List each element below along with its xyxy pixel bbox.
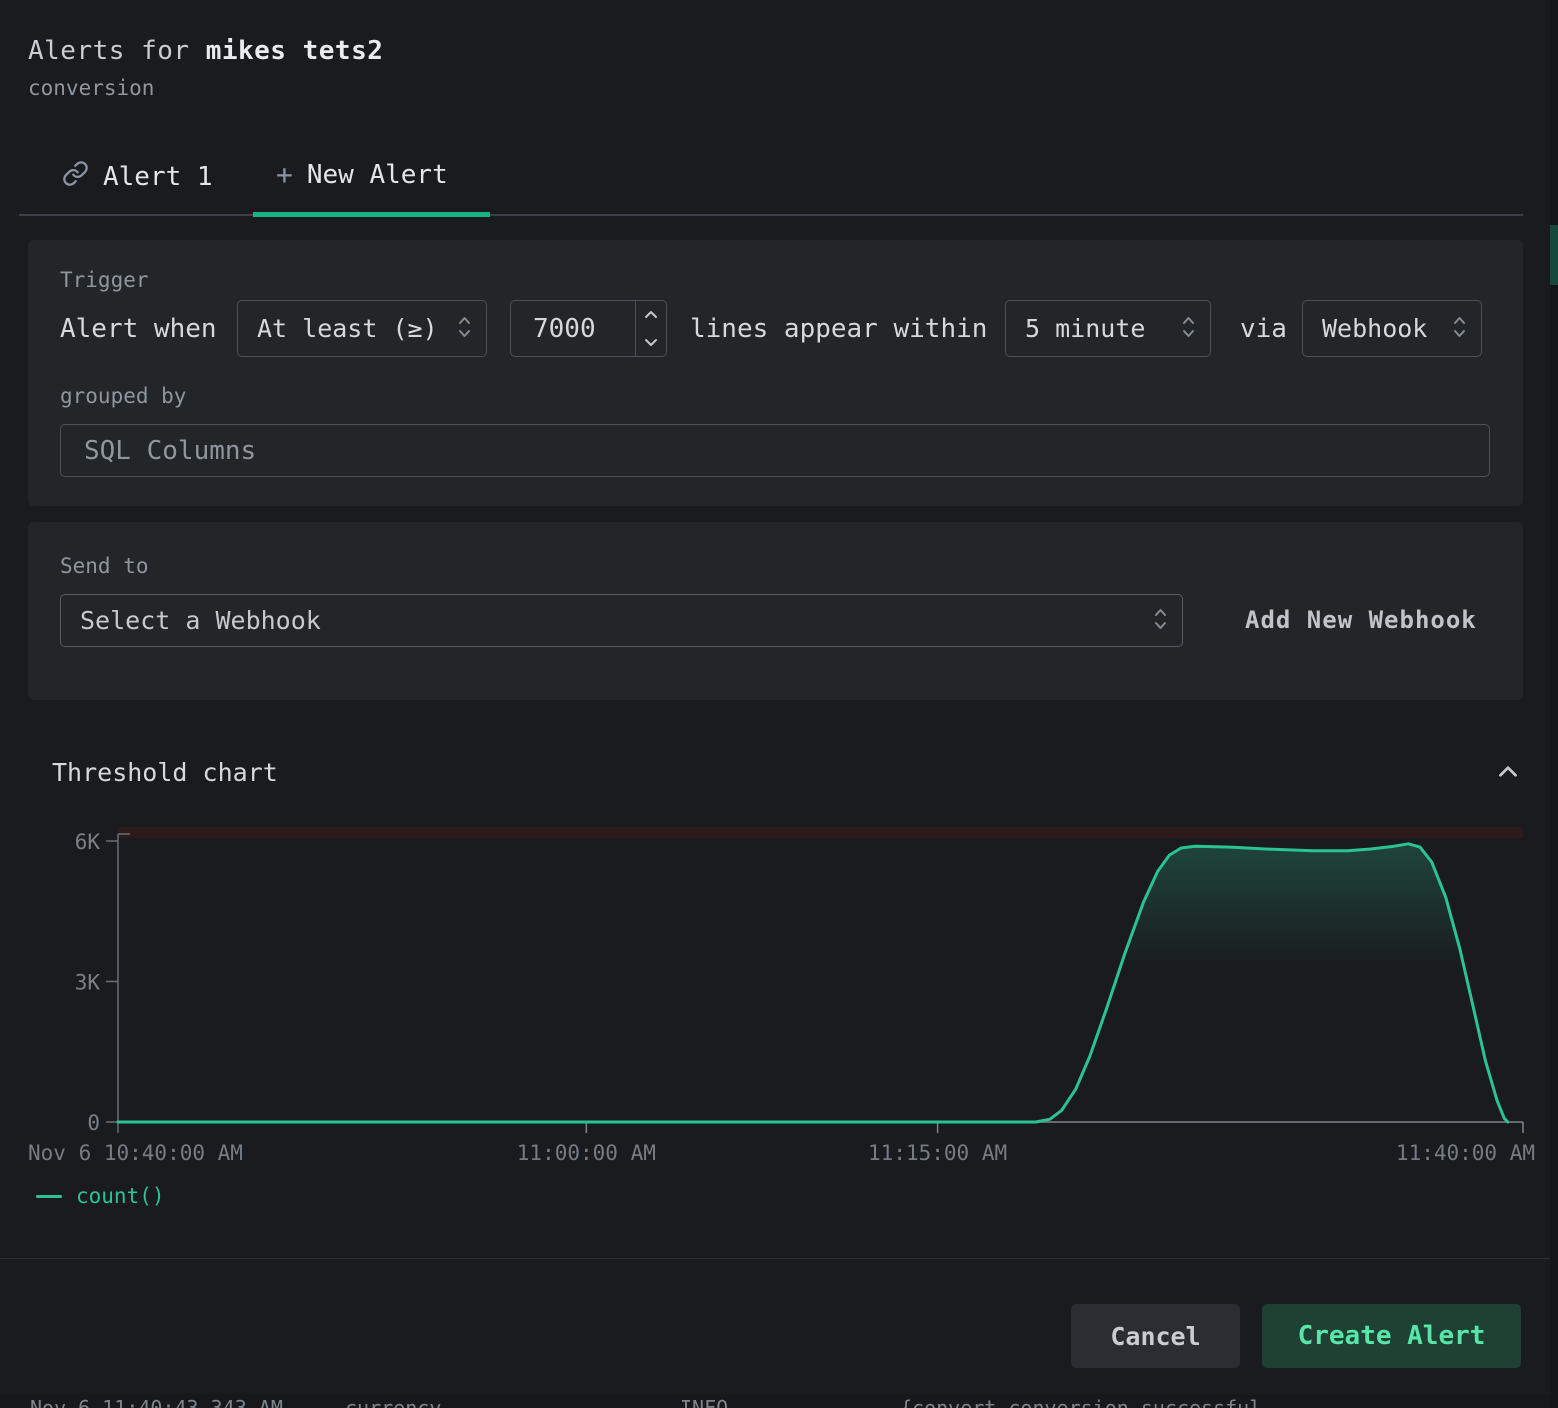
threshold-input[interactable] — [511, 301, 635, 356]
tab-new-alert-label: New Alert — [307, 160, 448, 190]
stepper-down-button[interactable] — [636, 329, 666, 357]
series-area — [118, 844, 1523, 1122]
threshold-chart-title: Threshold chart — [52, 758, 278, 787]
log-service: currency — [345, 1395, 441, 1408]
page-subtitle: conversion — [28, 76, 154, 100]
time-window-value: 5 minute — [1025, 314, 1145, 343]
x-tick-label: 11:40:00 AM — [1396, 1141, 1535, 1165]
threshold-chart: 0 3K 6K Nov 6 10:40:00 AM 11:00:00 AM 11:15:0… — [28, 820, 1535, 1165]
grouped-by-input[interactable] — [60, 424, 1490, 477]
time-window-select[interactable]: 5 minute — [1005, 300, 1211, 357]
tab-new-alert[interactable]: + New Alert — [276, 160, 448, 190]
stepper-up-button[interactable] — [636, 301, 666, 329]
cancel-button[interactable]: Cancel — [1071, 1304, 1240, 1368]
page-title-name: mikes tets2 — [206, 36, 384, 66]
x-tick-label: 11:00:00 AM — [517, 1141, 656, 1165]
threshold-chart-canvas: 0 3K 6K Nov 6 10:40:00 AM 11:00:00 AM 11:15:0… — [28, 820, 1535, 1165]
trigger-section: Trigger Alert when At least (≥) lines ap — [28, 240, 1523, 506]
chevron-updown-icon — [457, 314, 472, 344]
tab-alert-1[interactable]: Alert 1 — [62, 160, 213, 194]
send-to-section: Send to Select a Webhook Add New Webhook — [28, 522, 1523, 700]
page-title: Alerts for mikes tets2 — [28, 36, 383, 66]
condition-select[interactable]: At least (≥) — [237, 300, 487, 357]
plus-icon: + — [276, 161, 293, 189]
scrollbar-track — [1550, 0, 1558, 1408]
active-tab-underline — [253, 212, 490, 217]
create-alert-button[interactable]: Create Alert — [1262, 1304, 1521, 1368]
legend-series-label: count() — [76, 1184, 165, 1208]
x-tick-label: 11:15:00 AM — [868, 1141, 1007, 1165]
channel-select[interactable]: Webhook — [1302, 300, 1482, 357]
x-tick-label: Nov 6 10:40:00 AM — [28, 1141, 243, 1165]
page-title-prefix: Alerts for — [28, 36, 206, 66]
grouped-by-label: grouped by — [60, 384, 186, 408]
collapse-chart-button[interactable] — [1490, 758, 1526, 788]
footer-divider — [0, 1258, 1558, 1259]
tab-bar-divider — [19, 214, 1523, 216]
channel-select-value: Webhook — [1322, 314, 1427, 343]
threshold-band — [118, 827, 1523, 838]
y-tick-label: 3K — [75, 971, 101, 995]
chevron-updown-icon — [1153, 606, 1168, 636]
y-tick-label: 0 — [87, 1111, 100, 1135]
y-tick-label: 6K — [75, 830, 101, 854]
lines-appear-text: lines appear within — [690, 314, 987, 344]
scrollbar-thumb[interactable] — [1550, 225, 1558, 285]
log-message: {convert conversion successful — [900, 1395, 1261, 1408]
log-timestamp: Nov 6 11:40:43.343 AM — [30, 1395, 283, 1408]
log-level: INFO — [680, 1395, 728, 1408]
tab-alert-1-label: Alert 1 — [103, 162, 213, 192]
add-new-webhook-button[interactable]: Add New Webhook — [1245, 606, 1477, 634]
webhook-select-placeholder: Select a Webhook — [80, 606, 321, 635]
chevron-updown-icon — [1452, 314, 1467, 344]
link-icon — [62, 160, 89, 194]
background-log-row: Nov 6 11:40:43.343 AM currency INFO {con… — [0, 1394, 1558, 1408]
condition-select-value: At least (≥) — [257, 314, 438, 343]
webhook-select[interactable]: Select a Webhook — [60, 594, 1183, 647]
threshold-stepper — [635, 301, 666, 356]
alert-dialog: Alerts for mikes tets2 conversion Alert … — [0, 0, 1558, 1408]
chevron-updown-icon — [1181, 314, 1196, 344]
trigger-label: Trigger — [60, 268, 149, 292]
via-text: via — [1240, 314, 1287, 344]
legend-line-swatch — [36, 1195, 62, 1198]
threshold-input-group — [510, 300, 667, 357]
alert-when-text: Alert when — [60, 314, 217, 344]
chart-legend: count() — [36, 1184, 165, 1208]
send-to-label: Send to — [60, 554, 149, 578]
